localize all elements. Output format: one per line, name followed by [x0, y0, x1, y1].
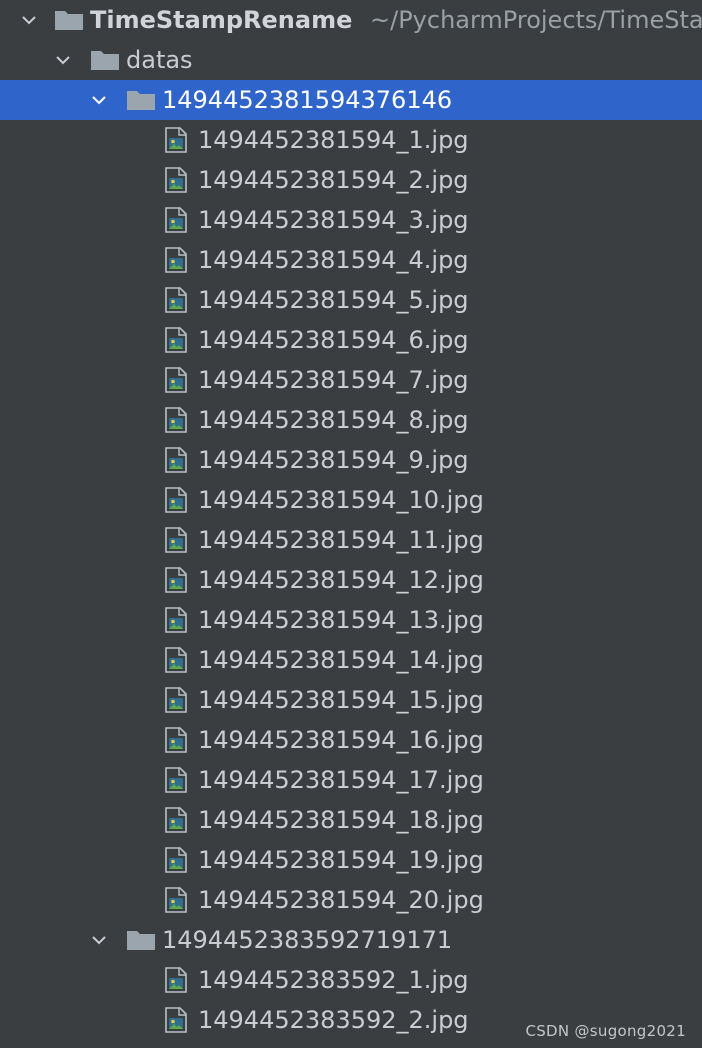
image-file-icon — [164, 727, 188, 753]
folder-icon — [126, 89, 156, 111]
chevron-down-icon[interactable] — [54, 51, 72, 69]
file-row[interactable]: 1494452381594_4.jpg — [0, 240, 702, 280]
chevron-down-icon[interactable] — [90, 931, 108, 949]
file-row[interactable]: 1494452381594_15.jpg — [0, 680, 702, 720]
file-row[interactable]: 1494452381594_17.jpg — [0, 760, 702, 800]
image-file-icon — [164, 887, 188, 913]
file-row[interactable]: 1494452381594_5.jpg — [0, 280, 702, 320]
folder-icon — [90, 49, 120, 71]
file-label: 1494452381594_2.jpg — [198, 166, 469, 194]
image-file-icon — [164, 287, 188, 313]
file-label: 1494452381594_15.jpg — [198, 686, 484, 714]
image-file-icon — [164, 447, 188, 473]
file-label: 1494452381594_1.jpg — [198, 126, 469, 154]
file-row[interactable]: 1494452381594_11.jpg — [0, 520, 702, 560]
image-file-icon — [164, 127, 188, 153]
image-file-icon — [164, 207, 188, 233]
file-row[interactable]: 1494452381594_9.jpg — [0, 440, 702, 480]
file-label: 1494452381594_6.jpg — [198, 326, 469, 354]
image-file-icon — [164, 567, 188, 593]
file-label: 1494452381594_7.jpg — [198, 366, 469, 394]
file-label: 1494452381594_3.jpg — [198, 206, 469, 234]
tree-row-folder-1[interactable]: 1494452381594376146 — [0, 80, 702, 120]
folder-icon — [54, 9, 84, 31]
file-row[interactable]: 1494452381594_19.jpg — [0, 840, 702, 880]
chevron-down-icon[interactable] — [20, 11, 38, 29]
file-row[interactable]: 1494452381594_13.jpg — [0, 600, 702, 640]
image-file-icon — [164, 607, 188, 633]
file-row[interactable]: 1494452381594_1.jpg — [0, 120, 702, 160]
file-row[interactable]: 1494452381594_16.jpg — [0, 720, 702, 760]
image-file-icon — [164, 807, 188, 833]
file-row[interactable]: 1494452381594_18.jpg — [0, 800, 702, 840]
file-label: 1494452381594_8.jpg — [198, 406, 469, 434]
image-file-icon — [164, 687, 188, 713]
file-row[interactable]: 1494452381594_12.jpg — [0, 560, 702, 600]
file-label: 1494452381594_17.jpg — [198, 766, 484, 794]
folder-icon — [126, 929, 156, 951]
file-row[interactable]: 1494452381594_10.jpg — [0, 480, 702, 520]
file-row[interactable]: 1494452383592_1.jpg — [0, 960, 702, 1000]
datas-folder-label: datas — [126, 46, 193, 74]
image-file-icon — [164, 847, 188, 873]
file-label: 1494452381594_11.jpg — [198, 526, 484, 554]
file-row[interactable]: 1494452381594_2.jpg — [0, 160, 702, 200]
root-name: TimeStampRename — [90, 6, 353, 34]
image-file-icon — [164, 967, 188, 993]
file-label: 1494452381594_13.jpg — [198, 606, 484, 634]
image-file-icon — [164, 167, 188, 193]
image-file-icon — [164, 327, 188, 353]
image-file-icon — [164, 367, 188, 393]
tree-row-folder-2[interactable]: 1494452383592719171 — [0, 920, 702, 960]
file-label: 1494452383592_1.jpg — [198, 966, 469, 994]
image-file-icon — [164, 407, 188, 433]
file-label: 1494452381594_4.jpg — [198, 246, 469, 274]
file-label: 1494452381594_18.jpg — [198, 806, 484, 834]
project-tree: TimeStampRename ~/PycharmProjects/TimeSt… — [0, 0, 702, 1048]
chevron-down-icon[interactable] — [90, 91, 108, 109]
file-row[interactable]: 1494452381594_8.jpg — [0, 400, 702, 440]
image-file-icon — [164, 527, 188, 553]
root-folder-label: TimeStampRename ~/PycharmProjects/TimeSt… — [90, 5, 702, 35]
file-label: 1494452381594_19.jpg — [198, 846, 484, 874]
image-file-icon — [164, 1007, 188, 1033]
tree-row-root[interactable]: TimeStampRename ~/PycharmProjects/TimeSt… — [0, 0, 702, 40]
file-label: 1494452381594_5.jpg — [198, 286, 469, 314]
folder-1-label: 1494452381594376146 — [162, 86, 453, 114]
tree-row-datas[interactable]: datas — [0, 40, 702, 80]
file-row[interactable]: 1494452381594_7.jpg — [0, 360, 702, 400]
image-file-icon — [164, 487, 188, 513]
file-label: 1494452381594_16.jpg — [198, 726, 484, 754]
folder-2-label: 1494452383592719171 — [162, 926, 453, 954]
image-file-icon — [164, 647, 188, 673]
image-file-icon — [164, 767, 188, 793]
watermark: CSDN @sugong2021 — [525, 1022, 686, 1040]
file-label: 1494452381594_14.jpg — [198, 646, 484, 674]
image-file-icon — [164, 247, 188, 273]
root-path: ~/PycharmProjects/TimeSta — [370, 6, 702, 34]
file-row[interactable]: 1494452381594_6.jpg — [0, 320, 702, 360]
file-label: 1494452381594_20.jpg — [198, 886, 484, 914]
file-row[interactable]: 1494452381594_14.jpg — [0, 640, 702, 680]
file-label: 1494452381594_12.jpg — [198, 566, 484, 594]
file-row[interactable]: 1494452381594_20.jpg — [0, 880, 702, 920]
file-label: 1494452383592_2.jpg — [198, 1006, 469, 1034]
file-label: 1494452381594_9.jpg — [198, 446, 469, 474]
file-row[interactable]: 1494452381594_3.jpg — [0, 200, 702, 240]
file-label: 1494452381594_10.jpg — [198, 486, 484, 514]
